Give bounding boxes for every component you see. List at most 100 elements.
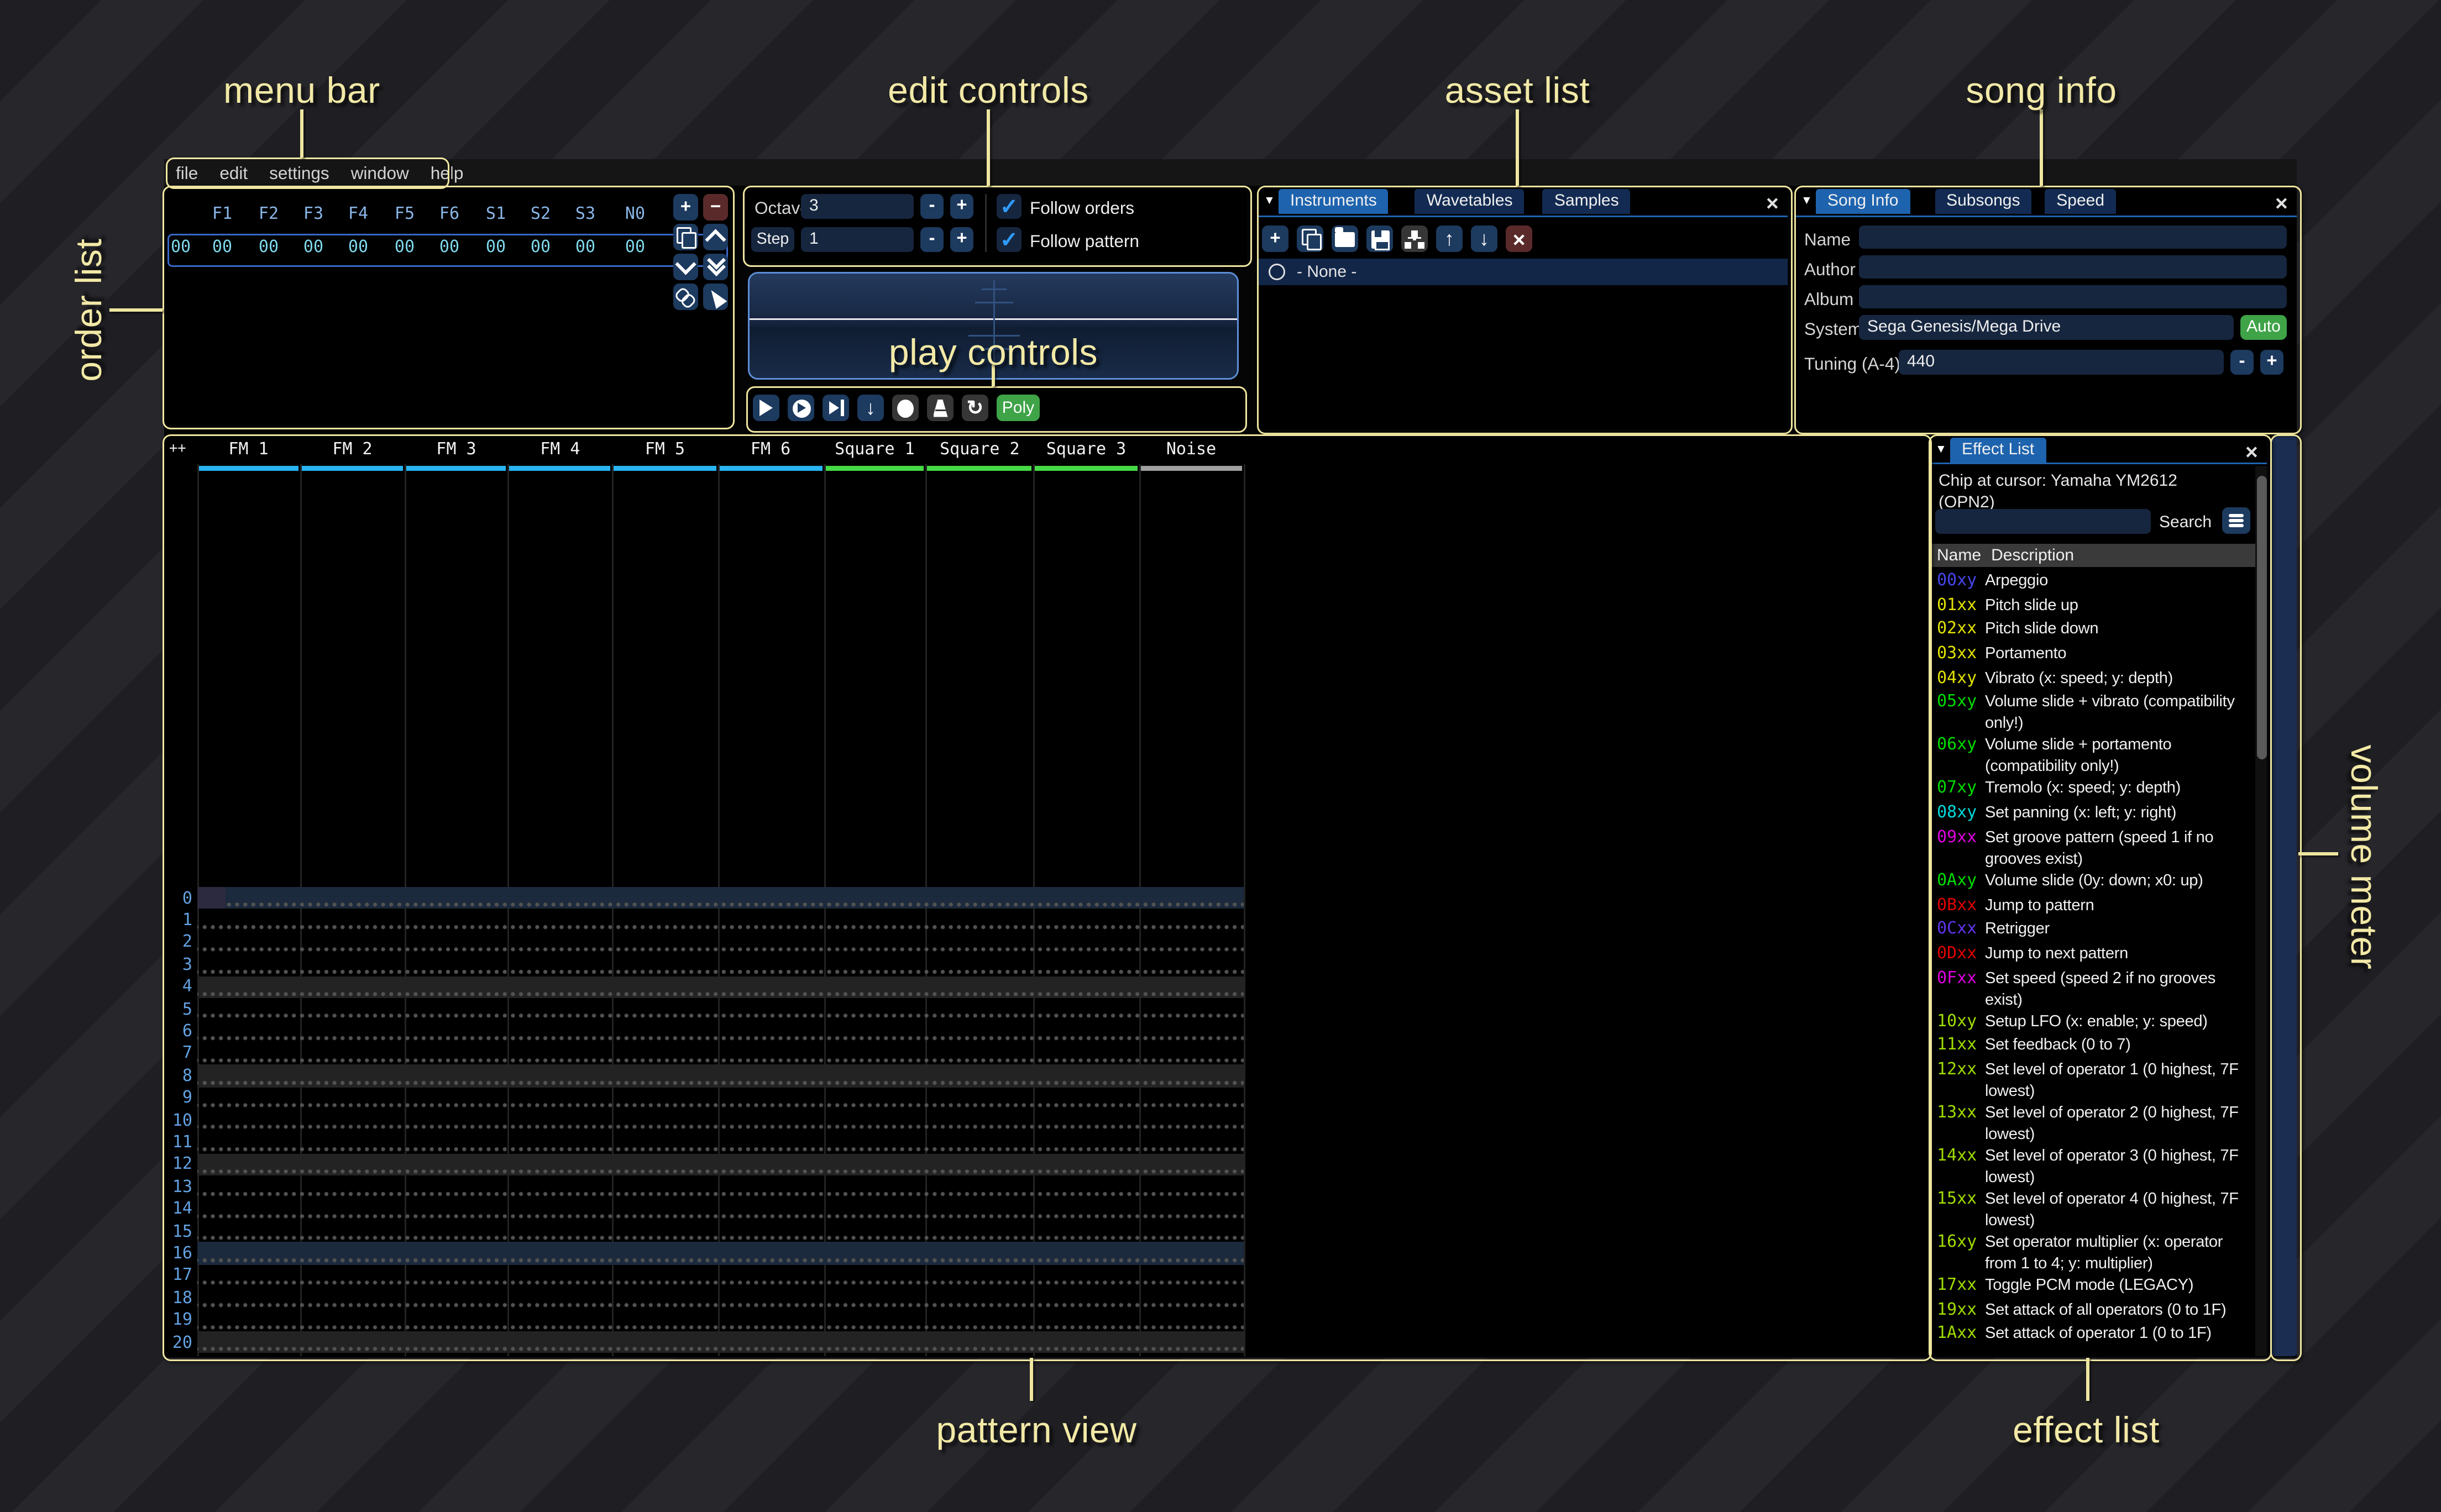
author-input[interactable] bbox=[1859, 255, 2287, 279]
step-row-button[interactable]: ↓ bbox=[857, 395, 884, 421]
close-icon[interactable]: × bbox=[1766, 192, 1779, 214]
poly-button[interactable]: Poly bbox=[997, 395, 1040, 421]
auto-system-button[interactable]: Auto bbox=[2240, 315, 2287, 340]
tab-effect-list[interactable]: Effect List bbox=[1950, 438, 2046, 463]
pattern-row[interactable] bbox=[197, 1153, 1244, 1175]
effect-row[interactable]: 04xyVibrato (x: speed; y: depth) bbox=[1937, 668, 2255, 692]
menu-item-window[interactable]: window bbox=[351, 164, 409, 183]
effect-row[interactable]: 07xyTremolo (x: speed; y: depth) bbox=[1937, 778, 2255, 802]
effect-row[interactable]: 05xyVolume slide + vibrato (compatibilit… bbox=[1937, 692, 2255, 735]
menu-item-settings[interactable]: settings bbox=[269, 164, 329, 183]
effect-row[interactable]: 0AxyVolume slide (0y: down; x0: up) bbox=[1937, 870, 2255, 894]
tab-subsongs[interactable]: Subsongs bbox=[1935, 189, 2031, 214]
tab-wavetables[interactable]: Wavetables bbox=[1415, 189, 1525, 214]
instrument-list-item[interactable]: - None - bbox=[1259, 259, 1788, 285]
effect-row[interactable]: 10xySetup LFO (x: enable; y: speed) bbox=[1937, 1011, 2255, 1035]
pattern-row[interactable] bbox=[197, 976, 1244, 998]
channel-header-square-3[interactable]: Square 3 bbox=[1034, 441, 1139, 459]
menu-item-edit[interactable]: edit bbox=[219, 164, 248, 183]
pattern-row[interactable] bbox=[197, 1176, 1244, 1198]
asset-sort-button[interactable] bbox=[1401, 225, 1428, 252]
tuning-input[interactable]: 440 bbox=[1899, 350, 2224, 375]
channel-header-fm-3[interactable]: FM 3 bbox=[405, 441, 508, 459]
order-cell[interactable]: 00 bbox=[436, 239, 463, 257]
order-cell[interactable]: 00 bbox=[483, 239, 509, 257]
effect-scrollbar-thumb[interactable] bbox=[2256, 476, 2266, 759]
play-from-beginning-button[interactable] bbox=[788, 395, 814, 421]
order-duplicate-to-end-button[interactable] bbox=[703, 254, 728, 280]
pattern-row[interactable] bbox=[197, 954, 1244, 976]
effect-row[interactable]: 02xxPitch slide down bbox=[1937, 619, 2255, 643]
effect-row[interactable]: 0DxxJump to next pattern bbox=[1937, 943, 2255, 968]
order-cell[interactable]: 00 bbox=[391, 239, 418, 257]
order-deep-clone-button[interactable] bbox=[673, 284, 698, 310]
order-cell[interactable]: 00 bbox=[527, 239, 554, 257]
channel-header-fm-5[interactable]: FM 5 bbox=[612, 441, 717, 459]
effect-row[interactable]: 14xxSet level of operator 3 (0 highest, … bbox=[1937, 1146, 2255, 1189]
step-plus-button[interactable]: + bbox=[950, 227, 973, 252]
asset-duplicate-button[interactable] bbox=[1297, 225, 1323, 252]
order-edit-mode-button[interactable] bbox=[703, 284, 728, 310]
order-move-up-button[interactable] bbox=[703, 224, 728, 250]
order-cell[interactable]: 00 bbox=[209, 239, 235, 257]
pattern-row[interactable] bbox=[197, 998, 1244, 1020]
album-input[interactable] bbox=[1859, 285, 2287, 308]
pattern-row[interactable] bbox=[197, 909, 1244, 931]
channel-header-fm-6[interactable]: FM 6 bbox=[717, 441, 824, 459]
tab-instruments[interactable]: Instruments bbox=[1279, 189, 1389, 214]
play-one-row-button[interactable] bbox=[823, 395, 849, 421]
pattern-corner[interactable]: ++ bbox=[169, 441, 186, 458]
pattern-row[interactable] bbox=[197, 1020, 1244, 1042]
octave-input[interactable]: 3 bbox=[801, 194, 914, 219]
tuning-minus-button[interactable]: - bbox=[2230, 350, 2254, 375]
play-button[interactable] bbox=[753, 395, 779, 421]
effect-row[interactable]: 12xxSet level of operator 1 (0 highest, … bbox=[1937, 1059, 2255, 1102]
asset-open-button[interactable] bbox=[1332, 225, 1358, 252]
order-cell[interactable]: 00 bbox=[622, 239, 648, 257]
asset-move-down-button[interactable]: ↓ bbox=[1471, 225, 1497, 252]
pattern-row[interactable] bbox=[197, 1331, 1244, 1353]
pattern-row[interactable] bbox=[197, 1220, 1244, 1242]
tab-speed[interactable]: Speed bbox=[2045, 189, 2116, 214]
order-cell[interactable]: 00 bbox=[255, 239, 282, 257]
pattern-row[interactable] bbox=[197, 1264, 1244, 1287]
effect-row[interactable]: 1AxxSet attack of operator 1 (0 to 1F) bbox=[1937, 1324, 2255, 1348]
effect-row[interactable]: 09xxSet groove pattern (speed 1 if no gr… bbox=[1937, 827, 2255, 870]
octave-minus-button[interactable]: - bbox=[920, 194, 944, 219]
asset-save-button[interactable] bbox=[1366, 225, 1393, 252]
name-input[interactable] bbox=[1859, 225, 2287, 249]
follow-pattern-checkbox[interactable]: ✓ bbox=[997, 227, 1022, 252]
system-combo[interactable]: Sega Genesis/Mega Drive bbox=[1859, 315, 2234, 340]
effect-row[interactable]: 0FxxSet speed (speed 2 if no grooves exi… bbox=[1937, 968, 2255, 1011]
channel-header-fm-4[interactable]: FM 4 bbox=[508, 441, 612, 459]
effect-row[interactable]: 0BxxJump to pattern bbox=[1937, 895, 2255, 919]
pattern-row[interactable] bbox=[197, 1065, 1244, 1087]
effect-row[interactable]: 19xxSet attack of all operators (0 to 1F… bbox=[1937, 1299, 2255, 1324]
channel-header-square-1[interactable]: Square 1 bbox=[824, 441, 926, 459]
effect-row[interactable]: 17xxToggle PCM mode (LEGACY) bbox=[1937, 1275, 2255, 1299]
effect-row[interactable]: 15xxSet level of operator 4 (0 highest, … bbox=[1937, 1189, 2255, 1232]
menu-item-help[interactable]: help bbox=[431, 164, 464, 183]
order-cell[interactable]: 00 bbox=[345, 239, 371, 257]
search-input[interactable] bbox=[1935, 509, 2151, 534]
pattern-row[interactable] bbox=[197, 887, 1244, 909]
effect-row[interactable]: 01xxPitch slide up bbox=[1937, 595, 2255, 619]
effect-row[interactable]: 08xySet panning (x: left; y: right) bbox=[1937, 802, 2255, 827]
channel-header-fm-1[interactable]: FM 1 bbox=[197, 441, 300, 459]
asset-move-up-button[interactable]: ↑ bbox=[1436, 225, 1463, 252]
order-move-down-button[interactable] bbox=[673, 254, 698, 280]
pattern-row[interactable] bbox=[197, 1242, 1244, 1264]
collapse-icon[interactable]: ▼ bbox=[1264, 196, 1275, 207]
channel-header-square-2[interactable]: Square 2 bbox=[926, 441, 1034, 459]
effect-row[interactable]: 11xxSet feedback (0 to 7) bbox=[1937, 1035, 2255, 1059]
search-menu-button[interactable] bbox=[2222, 507, 2250, 534]
menu-item-file[interactable]: file bbox=[176, 164, 198, 183]
pattern-row[interactable] bbox=[197, 931, 1244, 953]
stop-button[interactable] bbox=[892, 395, 919, 421]
close-icon[interactable]: × bbox=[2245, 441, 2258, 463]
pattern-row[interactable] bbox=[197, 1198, 1244, 1220]
tuning-plus-button[interactable]: + bbox=[2260, 350, 2283, 375]
channel-header-fm-2[interactable]: FM 2 bbox=[300, 441, 405, 459]
order-remove-button[interactable]: − bbox=[703, 194, 728, 221]
effect-row[interactable]: 00xyArpeggio bbox=[1937, 570, 2255, 595]
